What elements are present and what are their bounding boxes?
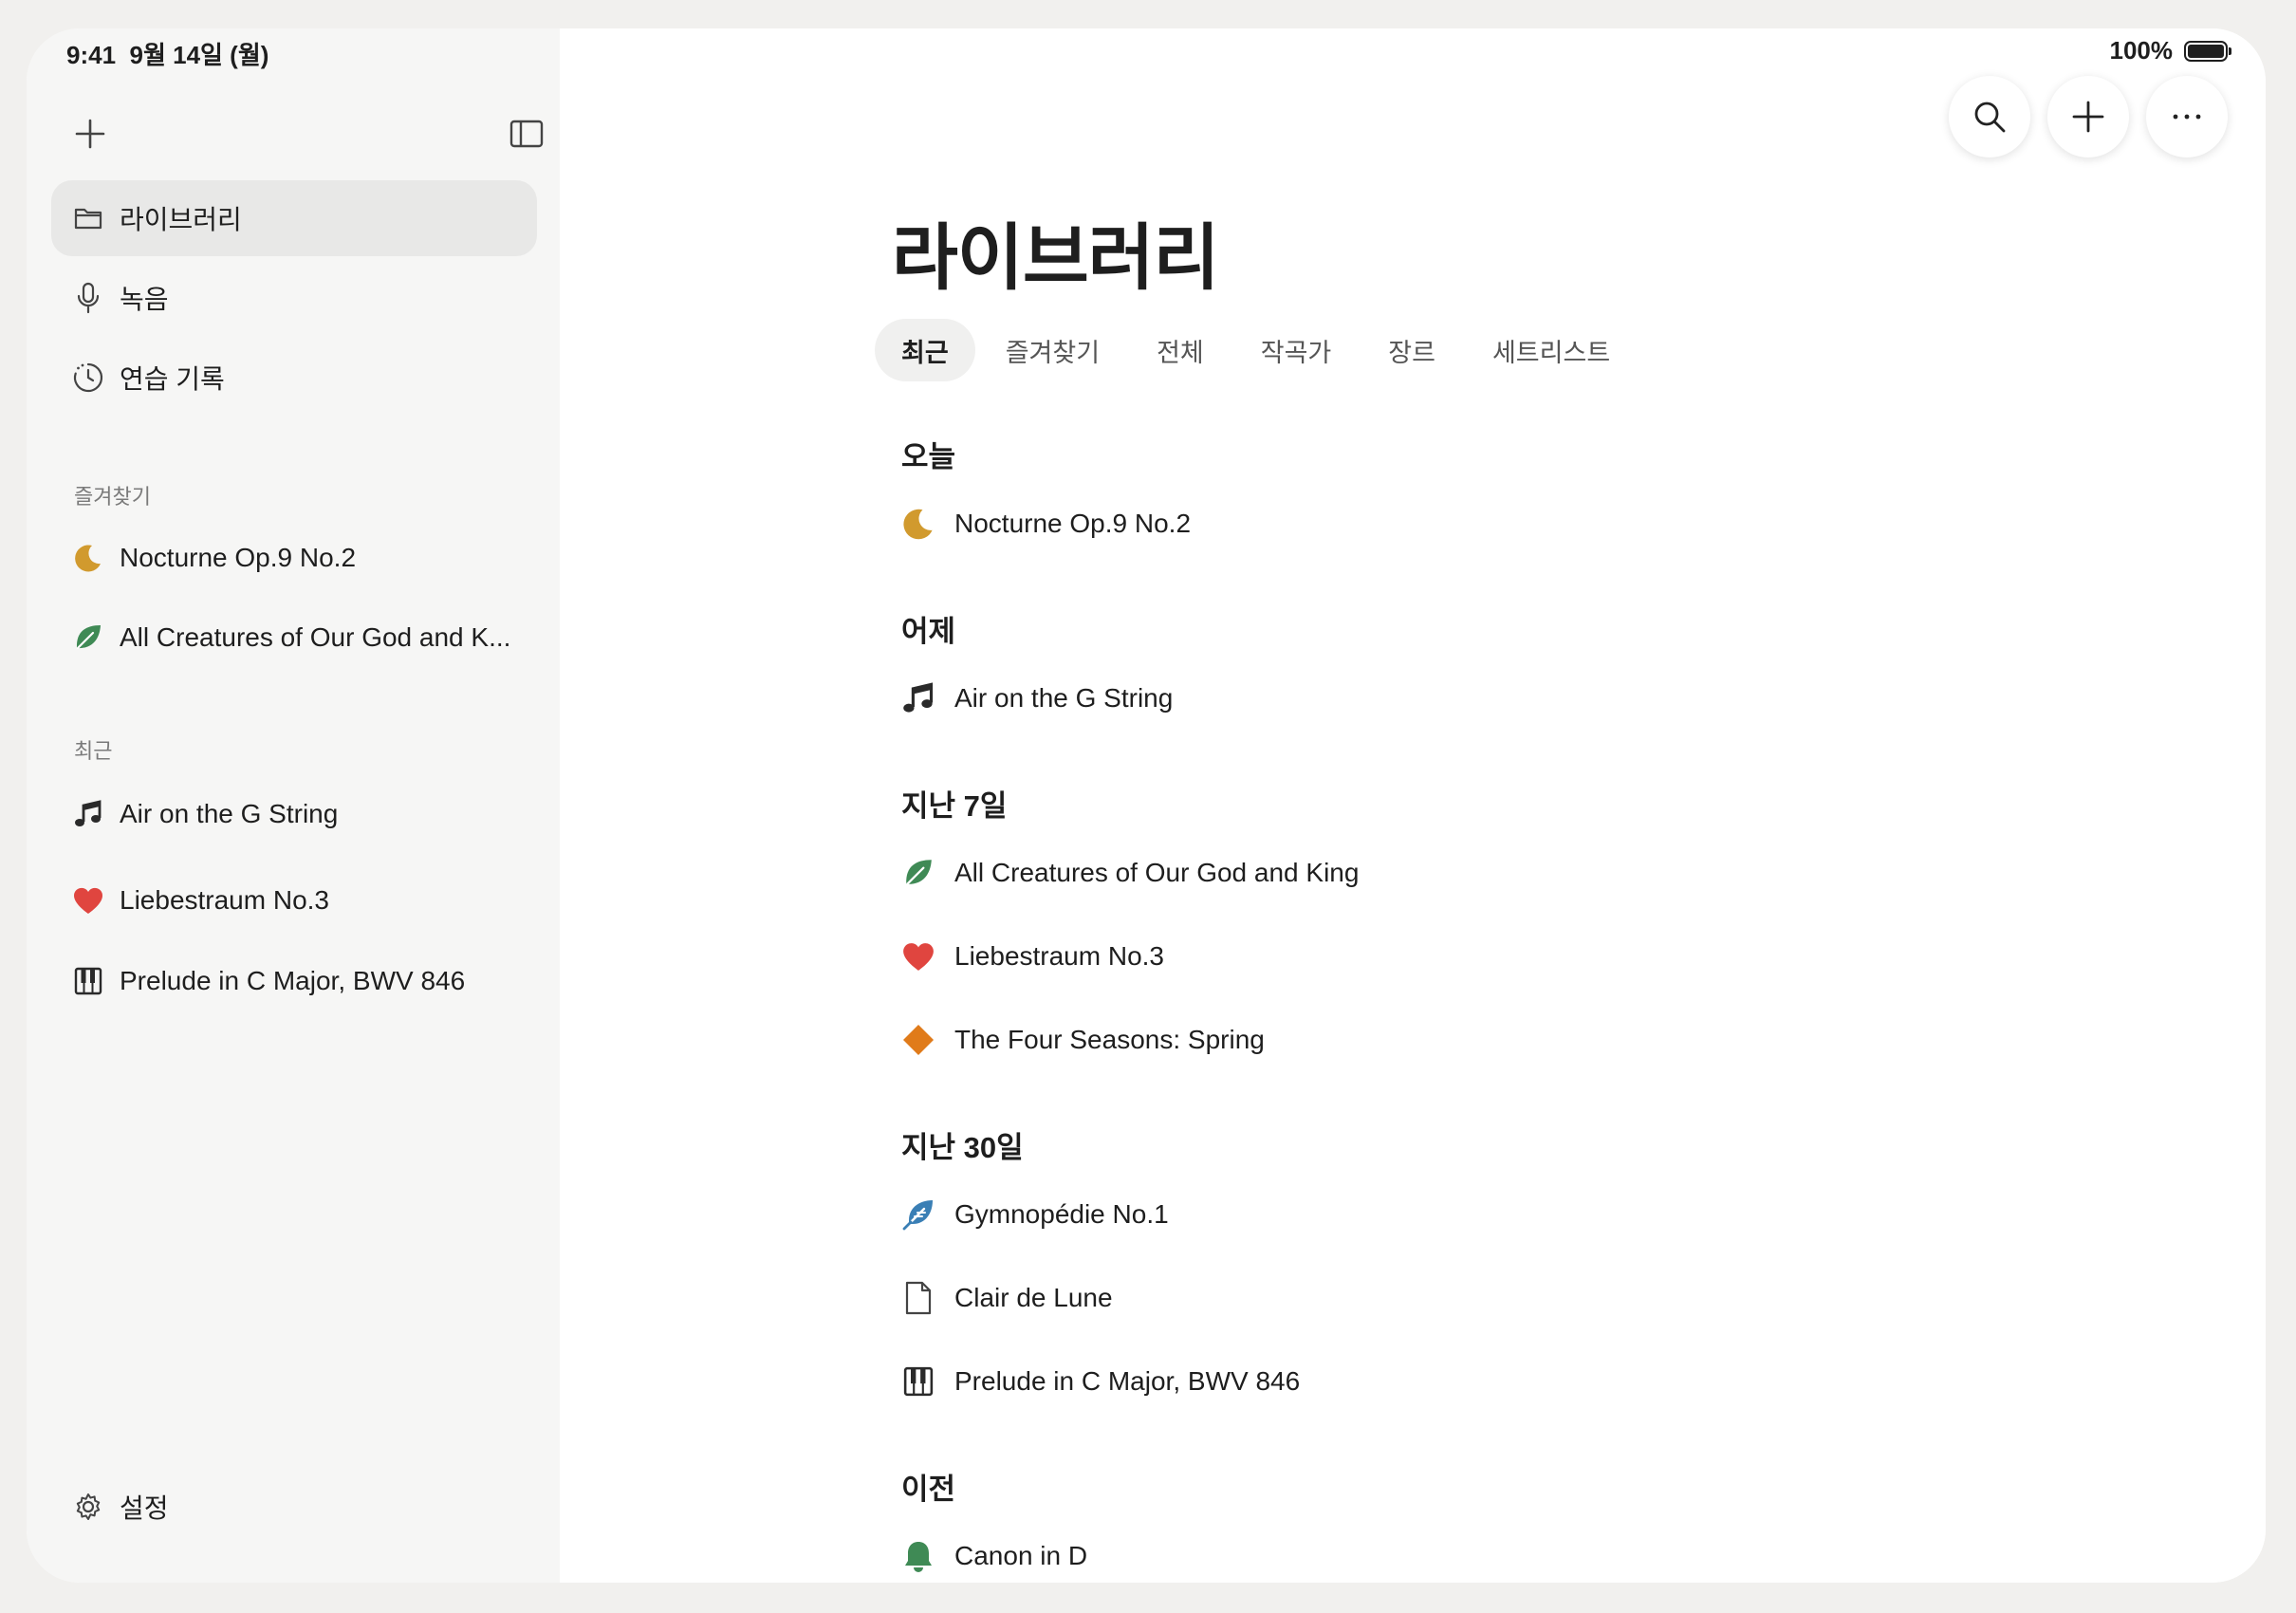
tab-recent[interactable]: 최근	[875, 319, 975, 381]
sidebar-item-label: Air on the G String	[120, 799, 339, 828]
tab-setlist[interactable]: 세트리스트	[1466, 319, 1637, 381]
battery-icon	[2184, 40, 2231, 62]
sidebar-toolbar	[68, 112, 544, 156]
library-item-title: All Creatures of Our God and King	[954, 858, 1360, 887]
main-content: 라이브러리 최근 즐겨찾기 전체 작곡가 장르 세트리스트 오늘 Nocturn…	[560, 28, 2266, 1583]
sidebar-recent-item[interactable]: Prelude in C Major, BWV 846	[51, 943, 537, 1019]
feather-icon	[899, 1196, 937, 1233]
search-button[interactable]	[1949, 76, 2030, 158]
library-item[interactable]: Air on the G String	[899, 672, 1173, 725]
plus-icon	[2072, 101, 2104, 133]
tab-genre[interactable]: 장르	[1361, 319, 1462, 381]
library-item[interactable]: The Four Seasons: Spring	[899, 1013, 1265, 1066]
heart-icon	[72, 884, 104, 917]
piano-icon	[899, 1363, 937, 1400]
search-icon	[1974, 102, 2006, 133]
group-title: 어제	[901, 615, 956, 648]
status-clock: 9:41	[66, 41, 117, 69]
ipad-screen: 9:41 9월 14일 (월) 100% 라이브러리 녹음 연습 기록 즐겨찾기…	[27, 28, 2266, 1583]
sidebar-recent-item[interactable]: Air on the G String	[51, 776, 537, 852]
library-item-title: Canon in D	[954, 1541, 1088, 1570]
gear-icon	[72, 1491, 104, 1523]
ellipsis-icon	[2173, 114, 2201, 120]
group-title: 지난 30일	[901, 1131, 1024, 1164]
recent-section-label: 최근	[74, 739, 113, 763]
battery-percent: 100%	[2109, 36, 2174, 65]
library-item-title: Nocturne Op.9 No.2	[954, 509, 1192, 538]
sidebar-item-library[interactable]: 라이브러리	[51, 180, 537, 256]
sidebar-recent-item[interactable]: Liebestraum No.3	[51, 862, 537, 938]
library-item-title: Prelude in C Major, BWV 846	[954, 1366, 1301, 1396]
bell-icon	[899, 1537, 937, 1575]
leaf-icon	[72, 621, 104, 654]
library-item-title: Gymnopédie No.1	[954, 1199, 1169, 1229]
plus-icon	[75, 119, 105, 149]
status-date: 9월 14일 (월)	[129, 41, 269, 69]
settings-label: 설정	[120, 1493, 169, 1523]
group-title: 오늘	[901, 440, 956, 473]
toggle-sidebar-button[interactable]	[505, 112, 548, 156]
library-item-title: Clair de Lune	[954, 1283, 1113, 1312]
sidebar-favorite-item[interactable]: All Creatures of Our God and K...	[51, 600, 537, 676]
library-item-title: Liebestraum No.3	[954, 941, 1165, 971]
sidebar-item-label: 연습 기록	[120, 364, 225, 394]
moon-icon	[72, 542, 104, 574]
sidebar-item-label: 라이브러리	[120, 205, 242, 234]
group-title: 지난 7일	[901, 789, 1008, 823]
sidebar-item-label: 녹음	[120, 285, 169, 314]
library-item[interactable]: Canon in D	[899, 1530, 1087, 1583]
group-title: 이전	[901, 1473, 956, 1506]
library-item[interactable]: Prelude in C Major, BWV 846	[899, 1355, 1300, 1408]
sidebar-item-label: Nocturne Op.9 No.2	[120, 543, 357, 572]
favorites-section-label: 즐겨찾기	[74, 485, 151, 509]
tab-all[interactable]: 전체	[1130, 319, 1231, 381]
leaf-icon	[899, 854, 937, 892]
folder-icon	[72, 202, 104, 234]
sidebar-item-practice-log[interactable]: 연습 기록	[51, 340, 537, 416]
sidebar-item-label: Prelude in C Major, BWV 846	[120, 966, 466, 995]
add-button[interactable]	[2047, 76, 2129, 158]
status-time: 9:41 9월 14일 (월)	[66, 36, 268, 71]
tab-composer[interactable]: 작곡가	[1234, 319, 1359, 381]
library-item-title: The Four Seasons: Spring	[954, 1025, 1265, 1054]
status-right: 100%	[2109, 36, 2231, 65]
moon-icon	[899, 505, 937, 543]
page-title: 라이브러리	[892, 218, 1220, 299]
sidebar-item-label: Liebestraum No.3	[120, 885, 330, 915]
diamond-icon	[899, 1021, 937, 1059]
status-bar: 9:41 9월 14일 (월) 100%	[27, 28, 2266, 76]
sidebar-item-recordings[interactable]: 녹음	[51, 260, 537, 336]
heart-icon	[899, 937, 937, 975]
sidebar-item-label: All Creatures of Our God and K...	[120, 622, 511, 652]
history-icon	[72, 362, 104, 394]
filter-tabs: 최근 즐겨찾기 전체 작곡가 장르 세트리스트	[875, 319, 1640, 381]
piano-icon	[72, 965, 104, 997]
library-item[interactable]: Gymnopédie No.1	[899, 1188, 1169, 1241]
library-item[interactable]: Liebestraum No.3	[899, 930, 1164, 983]
sidebar-toggle-icon	[509, 120, 544, 148]
library-item-title: Air on the G String	[954, 683, 1174, 713]
music-note-icon	[72, 798, 104, 830]
library-item[interactable]: Clair de Lune	[899, 1271, 1113, 1325]
tab-favorites[interactable]: 즐겨찾기	[979, 319, 1126, 381]
more-button[interactable]	[2146, 76, 2228, 158]
library-item[interactable]: All Creatures of Our God and King	[899, 846, 1359, 899]
sidebar: 라이브러리 녹음 연습 기록 즐겨찾기 Nocturne Op.9 No.2 A…	[27, 28, 560, 1583]
sidebar-favorite-item[interactable]: Nocturne Op.9 No.2	[51, 520, 537, 596]
music-note-icon	[899, 679, 937, 717]
settings-button[interactable]: 설정	[51, 1478, 169, 1535]
document-icon	[899, 1279, 937, 1317]
microphone-icon	[72, 282, 104, 314]
new-item-button[interactable]	[68, 112, 112, 156]
library-item[interactable]: Nocturne Op.9 No.2	[899, 497, 1191, 550]
